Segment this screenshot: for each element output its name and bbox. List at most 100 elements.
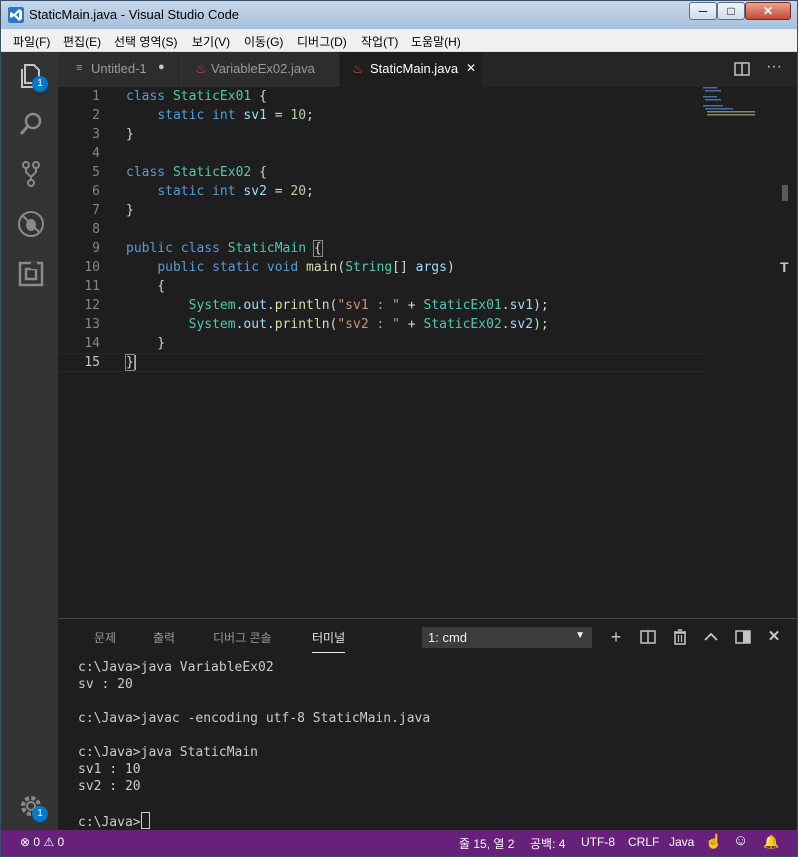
code-line: 11 {: [58, 277, 738, 296]
line-number: 4: [92, 146, 100, 161]
maximize-button[interactable]: □: [717, 2, 745, 20]
terminal-line: c:\Java>javac -encoding utf-8 StaticMain…: [78, 711, 431, 726]
encoding[interactable]: UTF-8: [581, 835, 615, 849]
code-text: }: [126, 203, 134, 218]
search-icon[interactable]: [15, 108, 47, 140]
code-text: }: [126, 127, 134, 142]
java-file-icon: ♨: [195, 61, 207, 76]
menu-view[interactable]: 보기(V): [192, 33, 230, 50]
menu-edit[interactable]: 편집(E): [63, 33, 101, 50]
code-text: static int sv1 = 10;: [157, 108, 314, 123]
close-tab-icon[interactable]: ✕: [466, 61, 476, 75]
error-count: 0: [33, 835, 41, 849]
smiley-icon[interactable]: ☺: [733, 832, 748, 849]
code-line: 4: [58, 144, 738, 163]
terminal-cursor: [140, 812, 150, 829]
terminal-select[interactable]: 1: cmd ▼: [422, 627, 592, 648]
tab-terminal[interactable]: 터미널: [312, 629, 346, 653]
code-text: class StaticEx01 {: [126, 89, 267, 104]
maximize-panel-icon[interactable]: [733, 627, 753, 647]
terminal-line: sv1 : 10: [78, 762, 141, 777]
menu-tasks[interactable]: 작업(T): [361, 33, 398, 50]
code-text: System.out.println("sv2 : " + StaticEx02…: [188, 317, 549, 332]
window-title: StaticMain.java - Visual Studio Code: [29, 7, 240, 22]
line-ending[interactable]: CRLF: [628, 835, 659, 849]
line-number: 1: [92, 89, 100, 104]
terminal-line: c:\Java>java StaticMain: [78, 745, 259, 760]
line-number: 12: [84, 298, 100, 313]
new-terminal-icon[interactable]: +: [606, 627, 626, 647]
code-text: static int sv2 = 20;: [157, 184, 314, 199]
code-line: 12 System.out.println("sv1 : " + StaticE…: [58, 296, 738, 315]
extensions-icon[interactable]: [15, 258, 47, 290]
code-line: 7}: [58, 201, 738, 220]
bottom-panel: 문제 출력 디버그 콘솔 터미널 1: cmd ▼ + ✕ c:\Java>ja…: [58, 618, 797, 831]
code-line: 3}: [58, 125, 738, 144]
menu-file[interactable]: 파일(F): [13, 33, 50, 50]
code-editor[interactable]: 1 class StaticEx01 { 2 static int sv1 = 1…: [58, 87, 797, 618]
file-icon: ≡: [76, 62, 83, 74]
tab-staticmain[interactable]: ♨ StaticMain.java ✕: [340, 52, 483, 87]
tab-untitled-1[interactable]: ≡ Untitled-1 ●: [58, 52, 179, 87]
line-number: 3: [92, 127, 100, 142]
close-window-button[interactable]: ✕: [745, 2, 791, 20]
menu-debug[interactable]: 디버그(D): [297, 33, 347, 50]
vscode-window: StaticMain.java - Visual Studio Code ─ □…: [0, 0, 798, 857]
close-panel-icon[interactable]: ✕: [764, 627, 784, 647]
tab-label: VariableEx02.java: [211, 61, 315, 76]
trash-icon[interactable]: [670, 627, 690, 647]
code-text: }: [126, 336, 166, 351]
menu-go[interactable]: 이동(G): [244, 33, 283, 50]
line-number: 7: [92, 203, 100, 218]
title-bar[interactable]: StaticMain.java - Visual Studio Code ─ □…: [1, 1, 797, 29]
error-icon: ⊗: [20, 835, 31, 849]
warning-count: 0: [57, 835, 65, 849]
more-actions-icon[interactable]: ···: [766, 58, 782, 76]
cursor-position[interactable]: 줄 15, 열 2: [459, 835, 514, 852]
line-number: 13: [84, 317, 100, 332]
menu-selection[interactable]: 선택 영역(S): [114, 33, 178, 50]
settings-badge: 1: [32, 806, 48, 822]
code-line: 5 class StaticEx02 {: [58, 163, 738, 182]
line-number: 10: [84, 260, 100, 275]
problems-indicator[interactable]: ⊗ 0 ⚠ 0: [20, 835, 64, 849]
menu-help[interactable]: 도움말(H): [411, 33, 461, 50]
java-file-icon: ♨: [352, 61, 364, 76]
feedback-icon[interactable]: ☝: [705, 833, 722, 850]
source-control-icon[interactable]: [15, 158, 47, 190]
editor-tabs: ≡ Untitled-1 ● ♨ VariableEx02.java ♨ Sta…: [58, 52, 797, 87]
dirty-indicator[interactable]: ●: [158, 61, 165, 73]
terminal-prompt[interactable]: c:\Java>: [78, 812, 150, 831]
explorer-badge: 1: [32, 76, 48, 92]
code-text: System.out.println("sv1 : " + StaticEx01…: [188, 298, 549, 313]
tab-problems[interactable]: 문제: [94, 629, 116, 646]
tab-variableex02[interactable]: ♨ VariableEx02.java: [179, 52, 340, 87]
scrollbar-thumb[interactable]: [782, 185, 788, 201]
terminal-line: c:\Java>java VariableEx02: [78, 660, 274, 675]
terminal-prompt-text: c:\Java>: [78, 815, 141, 830]
split-editor-icon[interactable]: [734, 61, 750, 77]
minimap[interactable]: [703, 87, 763, 127]
code-line: 8: [58, 220, 738, 239]
debug-icon[interactable]: [15, 208, 47, 240]
line-number: 5: [92, 165, 100, 180]
language-mode[interactable]: Java: [669, 835, 694, 849]
status-bar: ⊗ 0 ⚠ 0 줄 15, 열 2 공백: 4 UTF-8 CRLF Java …: [1, 830, 797, 856]
code-line: 9 public class StaticMain {: [58, 239, 738, 258]
warning-icon: ⚠: [43, 835, 55, 849]
chevron-up-icon[interactable]: [701, 627, 721, 647]
tab-debug-console[interactable]: 디버그 콘솔: [213, 629, 272, 646]
split-terminal-icon[interactable]: [638, 627, 658, 647]
line-number: 11: [84, 279, 100, 294]
code-text: public static void main(String[] args): [157, 260, 455, 275]
minimize-button[interactable]: ─: [689, 2, 717, 20]
tab-output[interactable]: 출력: [153, 629, 175, 646]
code-line: 14 }: [58, 334, 738, 353]
minimize-icon: ─: [698, 4, 708, 18]
code-text: }: [125, 354, 136, 371]
bell-icon[interactable]: 🔔: [763, 834, 779, 850]
line-number: 6: [92, 184, 100, 199]
code-line: 2 static int sv1 = 10;: [58, 106, 738, 125]
indentation[interactable]: 공백: 4: [530, 835, 565, 852]
line-number: 14: [84, 336, 100, 351]
